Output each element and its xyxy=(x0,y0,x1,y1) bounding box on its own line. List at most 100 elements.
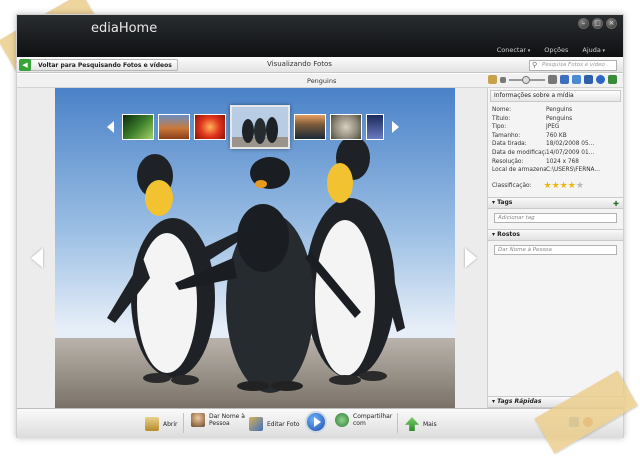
thumbnail[interactable] xyxy=(330,114,362,140)
name-person-label-line1: Dar Nome à xyxy=(209,413,245,420)
property-value: C:\USERS\FERNA... xyxy=(546,167,600,174)
view-title: Visualizando Fotos xyxy=(267,60,332,68)
property-key: Resolução: xyxy=(492,158,524,165)
open-icon xyxy=(145,417,159,431)
rating-stars[interactable]: ★★★★★ xyxy=(544,181,584,191)
open-label: Abrir xyxy=(163,420,178,428)
thumbnail[interactable] xyxy=(294,114,326,140)
photo-info-bar: Penguins xyxy=(17,74,623,88)
window-controls: – □ × xyxy=(578,18,617,29)
maximize-button[interactable]: □ xyxy=(592,18,603,29)
open-button[interactable]: Abrir xyxy=(145,417,178,431)
menu-opcoes[interactable]: Opções xyxy=(544,46,568,54)
rating-row: Classificação: ★★★★★ xyxy=(488,181,623,191)
tags-section-header[interactable]: ▾ Tags ✚ xyxy=(488,196,623,209)
slideshow-play-button[interactable] xyxy=(305,411,327,433)
star-icon[interactable]: ★ xyxy=(544,181,552,191)
property-key: Tipo: xyxy=(492,124,507,131)
people-icon[interactable] xyxy=(608,75,617,84)
zoom-slider[interactable] xyxy=(509,75,545,84)
edit-photo-button[interactable]: Editar Foto xyxy=(249,417,300,431)
photo-viewer xyxy=(55,88,455,408)
zoom-slider-knob[interactable] xyxy=(521,75,530,84)
menu-ajuda[interactable]: Ajuda xyxy=(582,46,605,54)
property-value: Penguins xyxy=(546,115,573,122)
share-label: Compartilhar com xyxy=(353,413,392,427)
add-tag-icon[interactable]: ✚ xyxy=(613,199,619,209)
photo-name: Penguins xyxy=(307,77,337,85)
zoom-in-icon[interactable] xyxy=(548,75,557,84)
tags-header: Tags xyxy=(497,198,513,206)
app-window: ediaHome – □ × Conectar Opções Ajuda ◀ V… xyxy=(16,14,624,438)
rotate-left-icon[interactable] xyxy=(560,75,569,84)
quick-tags-label: Tags Rápidas xyxy=(497,398,542,405)
edit-photo-label: Editar Foto xyxy=(267,420,300,428)
close-button[interactable]: × xyxy=(606,18,617,29)
thumbnail[interactable] xyxy=(366,114,384,140)
previous-photo-arrow-icon[interactable] xyxy=(31,248,43,268)
back-arrow-icon: ◀ xyxy=(19,59,31,71)
name-person-input[interactable]: Dar Nome à Pessoa xyxy=(494,244,617,255)
faces-header: Rostos xyxy=(497,230,520,238)
more-label: Mais xyxy=(423,420,437,428)
top-menu: Conectar Opções Ajuda xyxy=(497,46,605,54)
property-row: Data tirada: 18/02/2008 05... xyxy=(488,140,623,149)
share-label-line1: Compartilhar xyxy=(353,413,393,420)
search-placeholder: Pesquisa Fotos e vídeo xyxy=(542,62,605,68)
search-icon: ⚲ xyxy=(532,61,538,69)
add-tag-input[interactable]: Adicionar tag xyxy=(494,212,617,223)
faces-section-header[interactable]: ▾ Rostos xyxy=(488,228,623,241)
next-photo-area xyxy=(455,88,487,408)
folder-icon[interactable] xyxy=(488,75,497,84)
menu-conectar[interactable]: Conectar xyxy=(497,46,531,54)
property-key: Título: xyxy=(492,115,511,122)
search-input[interactable]: ⚲ Pesquisa Fotos e vídeo xyxy=(529,60,617,71)
title-bar: ediaHome – □ × Conectar Opções Ajuda xyxy=(17,15,623,57)
navigation-bar: ◀ Voltar para Pesquisando Fotos e vídeos… xyxy=(17,57,623,73)
property-value: 18/02/2008 05... xyxy=(546,141,595,148)
bottom-toolbar: Abrir Dar Nome à Pessoa Editar Foto Compa… xyxy=(17,408,623,438)
property-key: Local de armazena... xyxy=(492,167,546,174)
property-key: Nome: xyxy=(492,107,512,113)
property-value: JPEG xyxy=(546,124,560,131)
back-button-label: Voltar para Pesquisando Fotos e vídeos xyxy=(38,62,172,69)
property-row: Título: Penguins xyxy=(488,115,623,124)
star-icon[interactable]: ★ xyxy=(576,181,584,191)
minimize-button[interactable]: – xyxy=(578,18,589,29)
properties-list: Nome: Penguins Título: Penguins Tipo: JPEG Tam… xyxy=(488,106,623,175)
info-icon[interactable] xyxy=(596,75,605,84)
filmstrip-next-arrow-icon[interactable] xyxy=(392,121,399,133)
filmstrip-prev-arrow-icon[interactable] xyxy=(107,121,114,133)
selected-thumbnail-image xyxy=(232,107,288,147)
more-button[interactable]: Mais xyxy=(405,417,437,431)
star-icon[interactable]: ★ xyxy=(552,181,560,191)
name-person-label: Dar Nome à Pessoa xyxy=(209,413,245,427)
share-label-line2: com xyxy=(353,420,366,427)
property-row: Nome: Penguins xyxy=(488,106,623,115)
back-button[interactable]: ◀ Voltar para Pesquisando Fotos e vídeos xyxy=(19,59,178,71)
view-tools xyxy=(488,75,617,84)
star-icon[interactable]: ★ xyxy=(560,181,568,191)
up-arrow-icon xyxy=(405,417,419,431)
property-value: 14/07/2009 01... xyxy=(546,149,595,156)
thumbnail[interactable] xyxy=(158,114,190,140)
zoom-out-icon[interactable] xyxy=(500,76,506,83)
previous-photo-area xyxy=(17,88,55,408)
property-row: Data de modificação:14/07/2009 01... xyxy=(488,149,623,158)
toolbar-separator xyxy=(183,413,184,433)
thumbnail-selected[interactable] xyxy=(230,105,290,149)
name-person-button[interactable]: Dar Nome à Pessoa xyxy=(191,413,245,427)
rating-label: Classificação: xyxy=(492,182,532,189)
property-value: 1024 x 768 xyxy=(546,158,579,165)
star-icon[interactable]: ★ xyxy=(568,181,576,191)
thumbnail[interactable] xyxy=(194,114,226,140)
next-photo-arrow-icon[interactable] xyxy=(465,248,477,268)
property-key: Data de modificação: xyxy=(492,149,546,156)
rotate-right-icon[interactable] xyxy=(572,75,581,84)
share-icon xyxy=(335,413,349,427)
edit-photo-icon xyxy=(249,417,263,431)
slideshow-icon[interactable] xyxy=(584,75,593,84)
share-button[interactable]: Compartilhar com xyxy=(335,413,392,427)
property-key: Tamanho: xyxy=(492,132,521,139)
thumbnail[interactable] xyxy=(122,114,154,140)
